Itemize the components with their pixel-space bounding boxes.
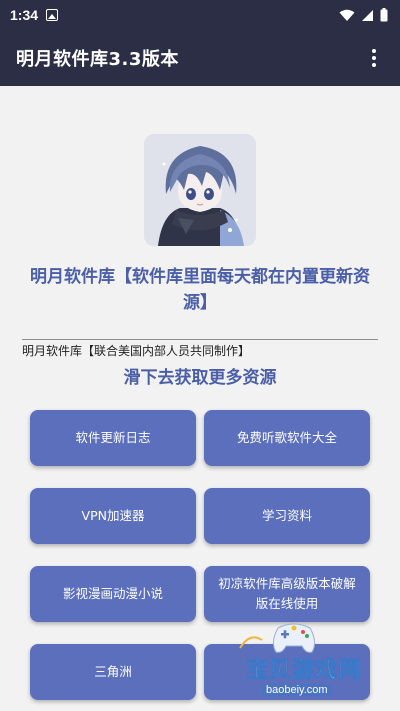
avatar (144, 134, 256, 246)
watermark-name: 宝贝游戏网 (246, 658, 362, 684)
status-icons (339, 8, 388, 22)
battery-icon (380, 8, 388, 22)
app-title: 明月软件库3.3版本 (16, 49, 179, 70)
free-music-apps-button[interactable]: 免费听歌软件大全 (204, 410, 370, 466)
signal-icon (362, 9, 373, 21)
gamepad-icon (272, 623, 316, 653)
headline: 明月软件库【软件库里面每天都在内置更新资源】 (30, 267, 370, 313)
app-bar: 明月软件库3.3版本 (0, 30, 400, 86)
main-content: 明月软件库【软件库里面每天都在内置更新资源】 明月软件库【联合美国内部人员共同制… (0, 86, 400, 711)
more-vert-icon[interactable] (362, 46, 386, 70)
status-bar: 1:34 (0, 0, 400, 30)
watermark: 宝贝游戏网 baobeiy.com (218, 620, 368, 706)
vpn-accelerator-button[interactable]: VPN加速器 (30, 488, 196, 544)
video-comics-novels-button[interactable]: 影视漫画动漫小说 (30, 566, 196, 622)
study-materials-button[interactable]: 学习资料 (204, 488, 370, 544)
subline: 明月软件库【联合美国内部人员共同制作】 (22, 344, 251, 358)
changelog-button[interactable]: 软件更新日志 (30, 410, 196, 466)
watermark-url: baobeiy.com (262, 684, 332, 696)
delta-force-button[interactable]: 三角洲 (30, 644, 196, 700)
wifi-icon (339, 9, 355, 21)
slide-hint: 滑下去获取更多资源 (123, 368, 277, 388)
divider (22, 339, 378, 340)
status-time: 1:34 (10, 7, 39, 23)
gallery-icon (46, 9, 59, 21)
premium-library-button[interactable]: 初凉软件库高级版本破解版在线使用 (204, 566, 370, 622)
